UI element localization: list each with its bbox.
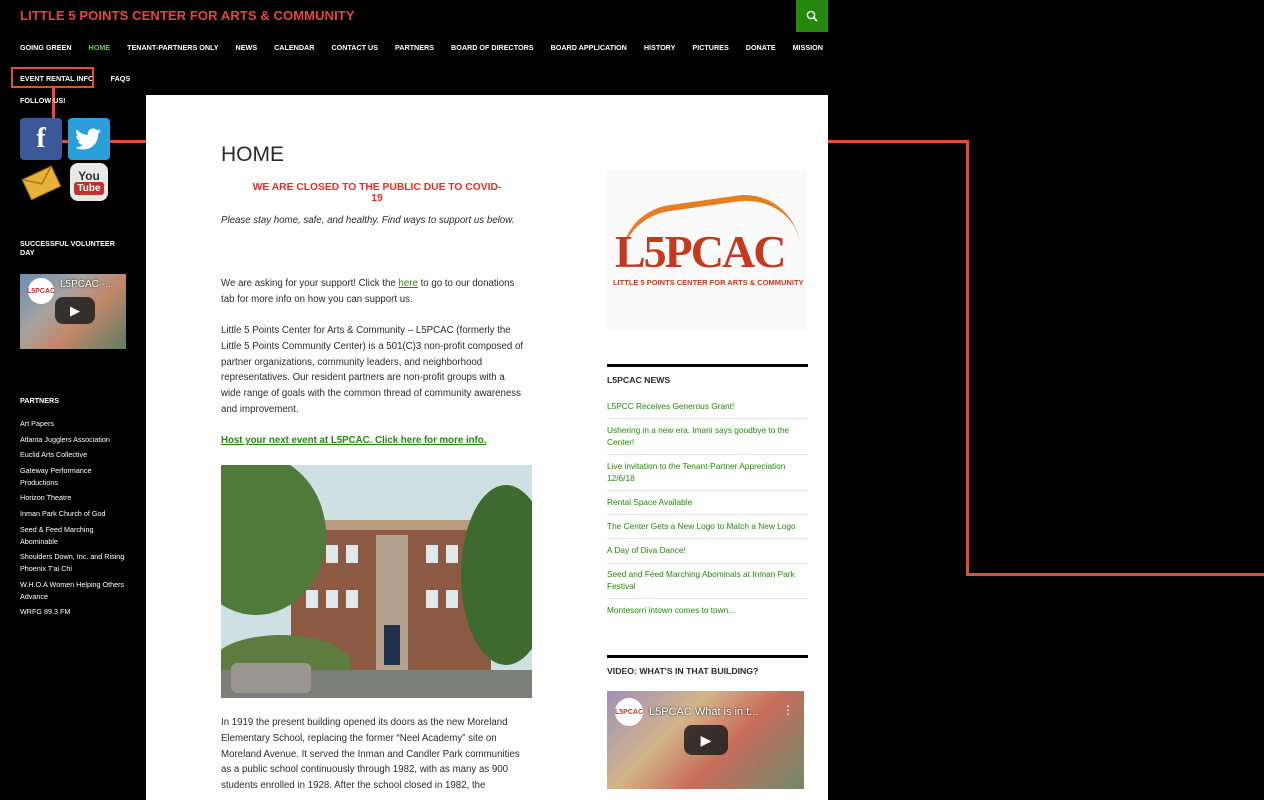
nav-item-pictures[interactable]: PICTURES [692,43,728,52]
host-event-link[interactable]: Host your next event at L5PCAC. Click he… [221,435,486,446]
nav-item-contact-us[interactable]: CONTACT US [331,43,378,52]
facebook-icon[interactable]: f [20,118,62,160]
page-title: HOME [221,143,284,166]
highlight-box [11,67,94,88]
building-photo [221,465,532,698]
news-link[interactable]: L5PCC Receives Generous Grant! [607,401,808,420]
partner-link[interactable]: Gateway Performance Productions [20,465,128,489]
primary-nav: GOING GREEN HOME TENANT-PARTNERS ONLY NEWS C… [20,40,828,96]
news-list: L5PCC Receives Generous Grant! Ushering i… [607,401,808,628]
nav-row: GOING GREEN HOME TENANT-PARTNERS ONLY NEWS C… [20,40,828,54]
news-link[interactable]: Live invitation to the Tenant-Partner Ap… [607,461,808,491]
logo-tagline: LITTLE 5 POINTS CENTER FOR ARTS & COMMUN… [613,278,804,287]
donate-here-link[interactable]: here [399,278,418,289]
annotation-line [966,140,969,576]
email-icon[interactable] [20,161,62,203]
search-icon [806,10,818,22]
nav-item-mission[interactable]: MISSION [793,43,823,52]
news-link[interactable]: The Center Gets a New Logo to Match a Ne… [607,521,808,540]
follow-title: FOLLOW US! [20,96,66,105]
support-text-before: We are asking for your support! Click th… [221,278,399,289]
nav-item-donate[interactable]: DONATE [746,43,776,52]
play-button[interactable]: ▶ [684,725,728,755]
partners-title: PARTNERS [20,396,60,405]
channel-logo: L5PCAC [27,278,55,304]
annotation-line [966,573,1264,576]
video-title: L5PCAC What is in t... [649,706,759,718]
building-video[interactable]: L5PCAC L5PCAC What is in t... ⋮ ▶ [607,691,804,789]
widget-divider [607,364,808,367]
video-title: L5PCAC -... [60,279,114,290]
nav-item-home[interactable]: HOME [89,43,111,52]
partner-link[interactable]: W.H.O.A Women Helping Others Advance [20,579,128,603]
partner-link[interactable]: WRFG 89.3 FM [20,606,128,618]
partner-link[interactable]: Horizon Theatre [20,492,128,504]
nav-item-board-of-directors[interactable]: BOARD OF DIRECTORS [451,43,534,52]
partner-link[interactable]: Shoulders Down, Inc. and Rising Phoenix … [20,551,128,575]
nav-row: EVENT RENTAL INFO FAQS [20,71,828,85]
partner-link[interactable]: Art Papers [20,418,128,430]
news-link[interactable]: Montesorri intown comes to town… [607,605,808,622]
nav-item-news[interactable]: NEWS [236,43,258,52]
youtube-icon[interactable]: You Tube [70,163,108,201]
nav-item-board-application[interactable]: BOARD APPLICATION [551,43,627,52]
news-link[interactable]: Seed and Feed Marching Abominals at Inma… [607,569,808,600]
partner-link[interactable]: Inman Park Church of God [20,508,128,520]
partner-link[interactable]: Atlanta Jugglers Association [20,434,128,446]
stay-home-text: Please stay home, safe, and healthy. Fin… [221,215,515,226]
volunteer-title: SUCCESSFUL VOLUNTEER DAY [20,239,115,257]
main-content-area: HOME WE ARE CLOSED TO THE PUBLIC DUE TO … [146,95,828,800]
partner-link[interactable]: Euclid Arts Collective [20,449,128,461]
site-title[interactable]: LITTLE 5 POINTS CENTER FOR ARTS & COMMUN… [20,8,355,23]
channel-logo: L5PCAC [615,698,643,726]
history-paragraph: In 1919 the present building opened its … [221,717,520,792]
nav-item-partners[interactable]: PARTNERS [395,43,434,52]
covid-notice: WE ARE CLOSED TO THE PUBLIC DUE TO COVID… [252,182,502,204]
logo-text: L5PCAC [615,226,786,277]
news-link[interactable]: A Day of Diva Dance! [607,545,808,564]
nav-item-tenant-partners-only[interactable]: TENANT-PARTNERS ONLY [127,43,218,52]
search-button[interactable] [796,0,828,32]
nav-item-going-green[interactable]: GOING GREEN [20,43,72,52]
support-paragraph: We are asking for your support! Click th… [221,276,521,308]
partners-list: Art Papers Atlanta Jugglers Association Eu… [20,418,128,622]
play-button[interactable]: ▶ [55,297,95,324]
news-title: L5PCAC NEWS [607,375,671,385]
video-widget-title: VIDEO: WHAT'S IN THAT BUILDING? [607,666,759,676]
partner-link[interactable]: Seed & Feed Marching Abominable [20,524,128,548]
nav-item-history[interactable]: HISTORY [644,43,676,52]
video-thumbnail[interactable]: L5PCAC L5PCAC -... ▶ [20,274,126,349]
about-paragraph: Little 5 Points Center for Arts & Commun… [221,325,524,415]
news-link[interactable]: Ushering in a new era. Imani says goodby… [607,425,808,456]
l5pcac-logo: L5PCAC LITTLE 5 POINTS CENTER FOR ARTS &… [607,170,807,330]
nav-item-faqs[interactable]: FAQS [111,74,131,83]
video-menu-icon[interactable]: ⋮ [782,703,794,717]
nav-item-calendar[interactable]: CALENDAR [274,43,314,52]
widget-divider [607,655,808,658]
news-link[interactable]: Rental Space Available [607,497,808,516]
twitter-icon[interactable] [68,118,110,160]
